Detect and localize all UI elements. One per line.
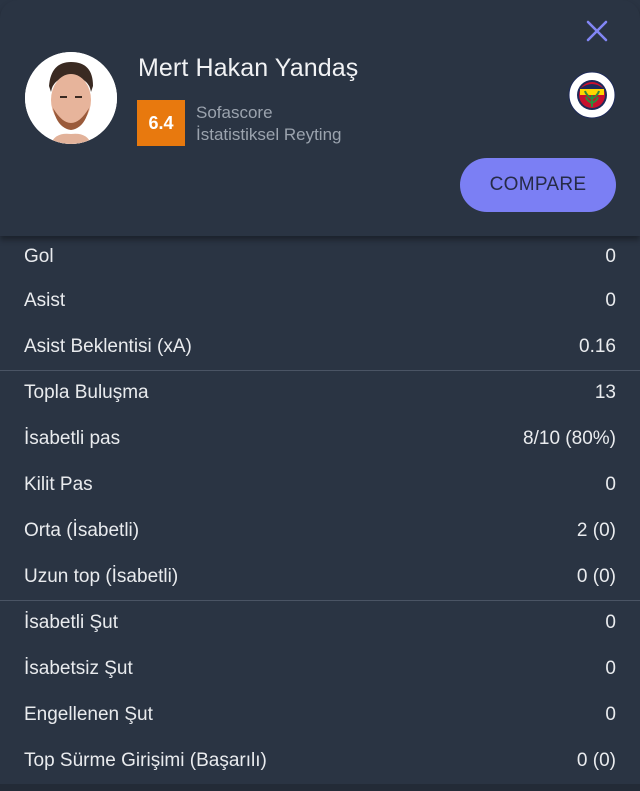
stats-group-passing: Topla Buluşma 13 İsabetli pas 8/10 (80%)… (0, 371, 640, 601)
rating-badge: 6.4 (137, 100, 185, 146)
stat-label: Gol (24, 246, 54, 267)
rating-description: Sofascore İstatistiksel Reyting (196, 102, 342, 146)
stat-label: Orta (İsabetli) (24, 519, 140, 541)
stat-label: Asist Beklentisi (xA) (24, 335, 192, 357)
stat-row: Kilit Pas 0 (0, 462, 640, 508)
player-avatar (25, 52, 117, 144)
stat-label: Uzun top (İsabetli) (24, 565, 179, 587)
stat-row: Asist 0 (0, 278, 640, 324)
stat-label: Kilit Pas (24, 474, 93, 496)
rating-source: Sofascore (196, 103, 273, 122)
stat-value: 0 (605, 658, 616, 680)
rating-label: İstatistiksel Reyting (196, 125, 342, 144)
stat-label: İsabetli pas (24, 428, 121, 450)
stat-label: Top Sürme Girişimi (Başarılı) (24, 749, 267, 771)
bottom-edge (0, 784, 640, 791)
stat-label: Engellenen Şut (24, 704, 153, 726)
stat-row: Top Sürme Girişimi (Başarılı) 0 (0) (0, 738, 640, 784)
stat-value: 0 (605, 612, 616, 634)
stat-value: 2 (0) (576, 519, 616, 541)
stat-value: 0 (605, 246, 616, 267)
stat-row: Uzun top (İsabetli) 0 (0) (0, 554, 640, 600)
stat-row: Asist Beklentisi (xA) 0.16 (0, 324, 640, 370)
stat-value: 8/10 (80%) (523, 428, 616, 450)
stat-label: İsabetli Şut (24, 612, 118, 634)
stat-label: Asist (24, 289, 66, 311)
stat-label: Topla Buluşma (24, 382, 149, 404)
close-icon (586, 20, 608, 42)
stat-row: Topla Buluşma 13 (0, 371, 640, 417)
stat-value: 0 (605, 704, 616, 726)
stat-value: 0 (0) (576, 565, 616, 587)
stat-value: 0 (0) (576, 749, 616, 771)
stats-group-attack: Gol 0 Asist 0 Asist Beklentisi (xA) 0.16 (0, 236, 640, 371)
player-header: Mert Hakan Yandaş 6.4 Sofascore İstatist… (0, 0, 640, 236)
close-button[interactable] (582, 16, 612, 46)
stat-row: İsabetli Şut 0 (0, 601, 640, 647)
team-crest-icon (568, 71, 616, 119)
stats-list: Gol 0 Asist 0 Asist Beklentisi (xA) 0.16… (0, 236, 640, 784)
stats-group-shooting: İsabetli Şut 0 İsabetsiz Şut 0 Engellene… (0, 601, 640, 784)
team-logo[interactable] (568, 71, 616, 119)
stat-value: 0 (605, 474, 616, 496)
stat-label: İsabetsiz Şut (24, 658, 133, 680)
stat-row: Orta (İsabetli) 2 (0) (0, 508, 640, 554)
stat-value: 13 (594, 382, 616, 404)
stat-row: Engellenen Şut 0 (0, 692, 640, 738)
stat-row: Gol 0 (0, 236, 640, 278)
stat-value: 0 (605, 289, 616, 311)
player-name: Mert Hakan Yandaş (138, 54, 359, 82)
compare-button[interactable]: COMPARE (460, 158, 616, 212)
stat-row: İsabetsiz Şut 0 (0, 646, 640, 692)
stat-row: İsabetli pas 8/10 (80%) (0, 416, 640, 462)
stat-value: 0.16 (579, 335, 616, 357)
